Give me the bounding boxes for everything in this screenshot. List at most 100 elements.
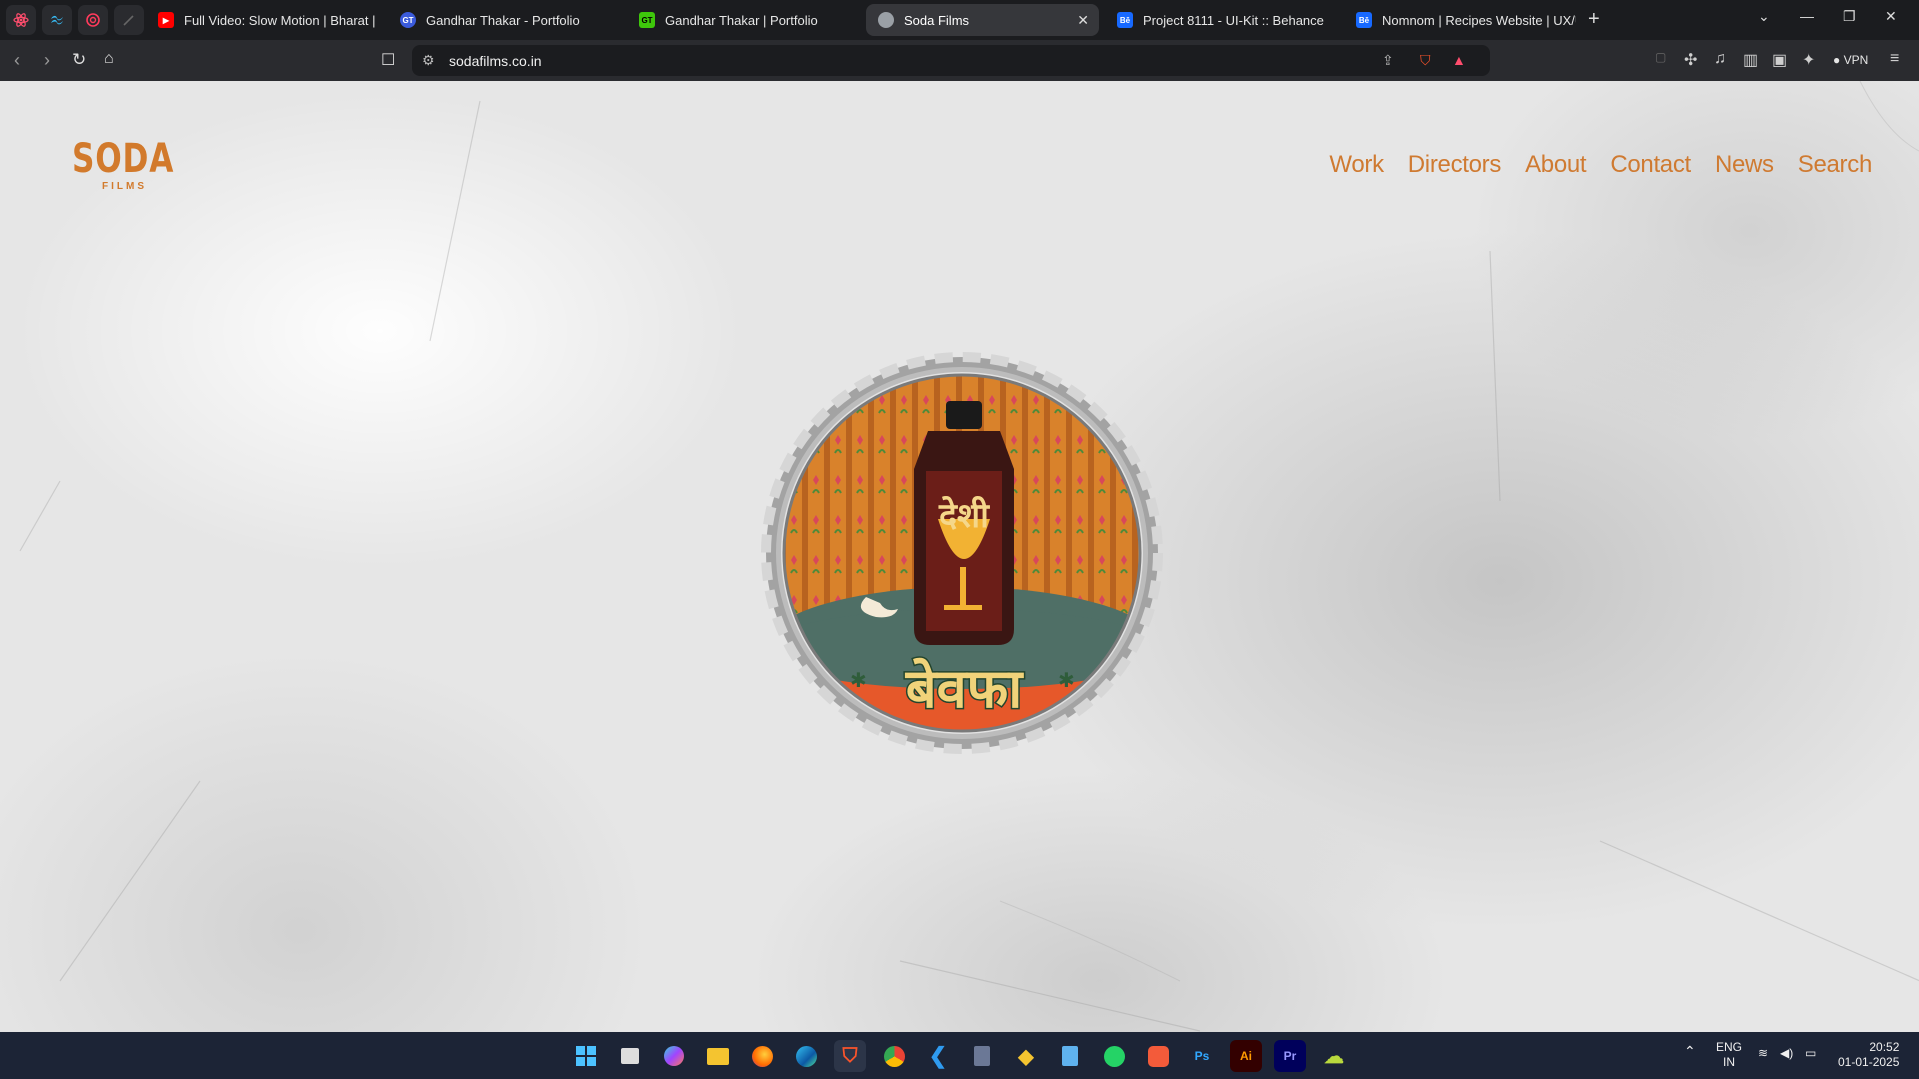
pinned-tab-tailwind[interactable] (42, 5, 72, 35)
bottle-cap-artwork[interactable]: देशी बेवफा ✱ ✱ (758, 349, 1166, 757)
taskbar: ⛉ ❮ ◆ Ps Ai Pr ☁ ⌃ ENG IN ≋ ◀) ▭ 20:52 0… (0, 1032, 1919, 1079)
main-nav: Work Directors About Contact News Search (1329, 151, 1872, 179)
copilot-icon[interactable] (658, 1040, 690, 1072)
new-tab-icon[interactable]: + (1588, 9, 1600, 29)
swirl-icon (86, 13, 100, 27)
chevron-up-icon[interactable]: ⌃ (1684, 1044, 1696, 1059)
tab-portfolio-2[interactable]: GT Gandhar Thakar | Portfolio (627, 4, 859, 36)
forward-icon[interactable]: › (44, 50, 50, 71)
url-text[interactable]: sodafilms.co.in (449, 53, 542, 69)
menu-icon[interactable]: ≡ (1890, 50, 1899, 68)
photoshop-icon[interactable]: Ps (1186, 1040, 1218, 1072)
react-icon (13, 13, 29, 27)
language-indicator[interactable]: ENG IN (1716, 1040, 1742, 1070)
tailwind-icon (51, 15, 63, 25)
edge-icon[interactable] (790, 1040, 822, 1072)
battery-icon[interactable]: ▭ (1805, 1046, 1816, 1061)
wallet-icon[interactable]: ▣ (1772, 50, 1787, 70)
gt-favicon-icon: GT (400, 12, 416, 28)
site-settings-icon[interactable]: ⚙ (422, 52, 435, 69)
brave-icon[interactable]: ⛉ (834, 1040, 866, 1072)
share-icon[interactable]: ⇪ (1382, 52, 1394, 69)
whatsapp-icon[interactable] (1098, 1040, 1130, 1072)
minimize-icon[interactable]: — (1800, 8, 1814, 24)
cap-label-bottom: बेवफा (905, 657, 1024, 720)
reader-mode-icon[interactable]: ▢ (1655, 50, 1666, 64)
clock-time: 20:52 (1869, 1040, 1900, 1054)
nav-news[interactable]: News (1715, 151, 1774, 179)
restore-icon[interactable]: ❐ (1843, 8, 1856, 25)
firefox-icon[interactable] (746, 1040, 778, 1072)
globe-icon (878, 12, 894, 28)
file-explorer-icon[interactable] (702, 1040, 734, 1072)
pinned-tab-swirl[interactable] (78, 5, 108, 35)
tab-title: Project 8111 - UI-Kit :: Behance (1143, 12, 1324, 28)
wifi-icon[interactable]: ≋ (1758, 1046, 1768, 1061)
vscode-icon[interactable]: ❮ (922, 1040, 954, 1072)
soda-films-logo[interactable]: SODA FILMS (72, 136, 175, 192)
close-tab-icon[interactable]: ✕ (1077, 12, 1089, 29)
gt-favicon-icon: GT (639, 12, 655, 28)
photo-app-icon[interactable] (1142, 1040, 1174, 1072)
media-icon[interactable]: ♫ (1714, 50, 1726, 68)
onedrive-icon[interactable]: ☁ (1318, 1040, 1350, 1072)
back-icon[interactable]: ‹ (14, 50, 20, 71)
toolbar: ‹ › ↻ ⌂ ☐ ⚙ sodafilms.co.in ⇪ ⛉ ▲ ▢ ✣ ♫ … (0, 40, 1919, 81)
nav-search[interactable]: Search (1798, 151, 1873, 179)
behance-icon: Bē (1117, 12, 1133, 28)
reload-icon[interactable]: ↻ (72, 50, 86, 70)
premiere-icon[interactable]: Pr (1274, 1040, 1306, 1072)
clock-date: 01-01-2025 (1838, 1055, 1900, 1069)
close-window-icon[interactable]: ✕ (1885, 8, 1897, 25)
pinned-tab-react[interactable] (6, 5, 36, 35)
tab-strip: ▶ Full Video: Slow Motion | Bharat | Sa … (0, 0, 1919, 40)
task-view-icon[interactable] (614, 1040, 646, 1072)
tab-list-chevron-icon[interactable]: ⌄ (1758, 8, 1770, 25)
calculator-icon[interactable] (966, 1040, 998, 1072)
nav-work[interactable]: Work (1329, 151, 1384, 179)
tab-title: Full Video: Slow Motion | Bharat | Sa (184, 12, 378, 28)
tab-soda-films[interactable]: Soda Films ✕ (866, 4, 1099, 36)
brave-rewards-icon[interactable]: ▲ (1452, 52, 1466, 68)
logo-subtext: FILMS (102, 181, 147, 192)
flower-right-icon: ✱ (1058, 670, 1075, 692)
bottle-cap-image: देशी बेवफा ✱ ✱ (761, 352, 1163, 754)
sidebar-icon[interactable]: ▥ (1743, 50, 1758, 70)
webpage: SODA FILMS Work Directors About Contact … (0, 81, 1919, 1032)
notepad-icon[interactable] (1054, 1040, 1086, 1072)
tab-behance-1[interactable]: Bē Project 8111 - UI-Kit :: Behance (1105, 4, 1337, 36)
git-icon[interactable]: ◆ (1010, 1040, 1042, 1072)
logo-text: SODA (72, 136, 175, 182)
tab-youtube[interactable]: ▶ Full Video: Slow Motion | Bharat | Sa (146, 4, 378, 36)
youtube-icon: ▶ (158, 12, 174, 28)
tab-title: Gandhar Thakar | Portfolio (665, 12, 818, 28)
vpn-button[interactable]: ● VPN (1833, 53, 1868, 67)
clock[interactable]: 20:52 01-01-2025 (1838, 1040, 1899, 1070)
windows-start-icon[interactable] (570, 1040, 602, 1072)
flower-left-icon: ✱ (850, 670, 867, 692)
pinned-tab-pen[interactable] (114, 5, 144, 35)
nav-contact[interactable]: Contact (1610, 151, 1691, 179)
volume-icon[interactable]: ◀) (1780, 1046, 1793, 1061)
vpn-label: VPN (1843, 53, 1869, 67)
nav-about[interactable]: About (1525, 151, 1587, 179)
chrome-icon[interactable] (878, 1040, 910, 1072)
illustrator-icon[interactable]: Ai (1230, 1040, 1262, 1072)
extensions-icon[interactable]: ✣ (1684, 50, 1697, 70)
cap-label-top: देशी (938, 495, 990, 536)
taskbar-apps: ⛉ ❮ ◆ Ps Ai Pr ☁ (570, 1040, 1350, 1072)
home-icon[interactable]: ⌂ (104, 50, 114, 68)
behance-icon: Bē (1356, 12, 1372, 28)
pinned-tabs (0, 5, 144, 35)
nav-directors[interactable]: Directors (1408, 151, 1502, 179)
bookmark-icon[interactable]: ☐ (381, 50, 395, 70)
brave-shields-icon[interactable]: ⛉ (1420, 52, 1431, 69)
tab-behance-2[interactable]: Bē Nomnom | Recipes Website | UX/UI (1344, 4, 1576, 36)
region-code: IN (1723, 1055, 1735, 1069)
tab-portfolio-1[interactable]: GT Gandhar Thakar - Portfolio (388, 4, 620, 36)
tab-title: Nomnom | Recipes Website | UX/UI (1382, 12, 1576, 28)
tab-title: Soda Films (904, 12, 970, 28)
leo-ai-icon[interactable]: ✦ (1802, 50, 1815, 70)
language-code: ENG (1716, 1040, 1743, 1054)
address-bar[interactable]: ⚙ sodafilms.co.in ⇪ ⛉ ▲ (412, 45, 1490, 76)
